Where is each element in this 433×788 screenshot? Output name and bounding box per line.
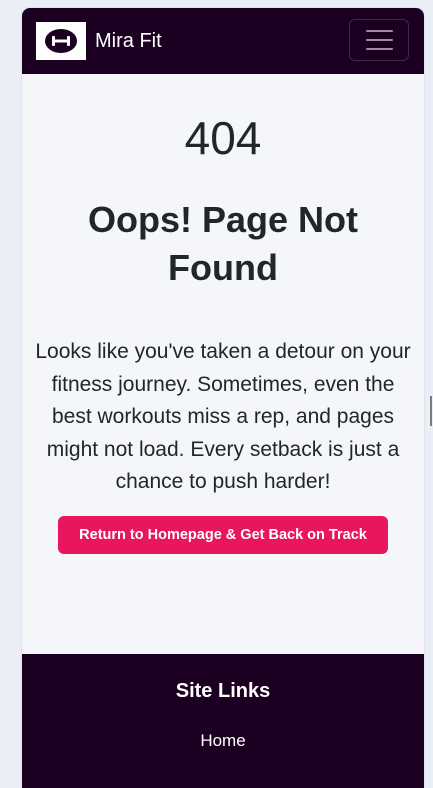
error-title: Oops! Page Not Found [87, 199, 359, 288]
footer-title: Site Links [175, 680, 271, 702]
dumbbell-icon [45, 29, 77, 53]
brand-logo[interactable] [36, 22, 86, 60]
return-home-button[interactable]: Return to Homepage & Get Back on Track [58, 516, 388, 554]
hamburger-icon-line [365, 48, 393, 50]
page-frame: Mira Fit 404 Oops! Page Not Found Looks … [22, 8, 424, 788]
menu-toggle-button[interactable] [349, 19, 409, 61]
brand-name[interactable]: Mira Fit [95, 28, 162, 54]
footer-link-home[interactable]: Home [22, 731, 424, 751]
footer: Site Links Home [22, 654, 424, 788]
hamburger-icon [365, 30, 393, 32]
navbar: Mira Fit [22, 8, 424, 74]
error-code: 404 [184, 112, 262, 164]
error-message: Looks like you've taken a detour on your… [35, 340, 411, 493]
scrollbar-thumb[interactable] [430, 396, 432, 426]
hamburger-icon-line [365, 39, 393, 41]
